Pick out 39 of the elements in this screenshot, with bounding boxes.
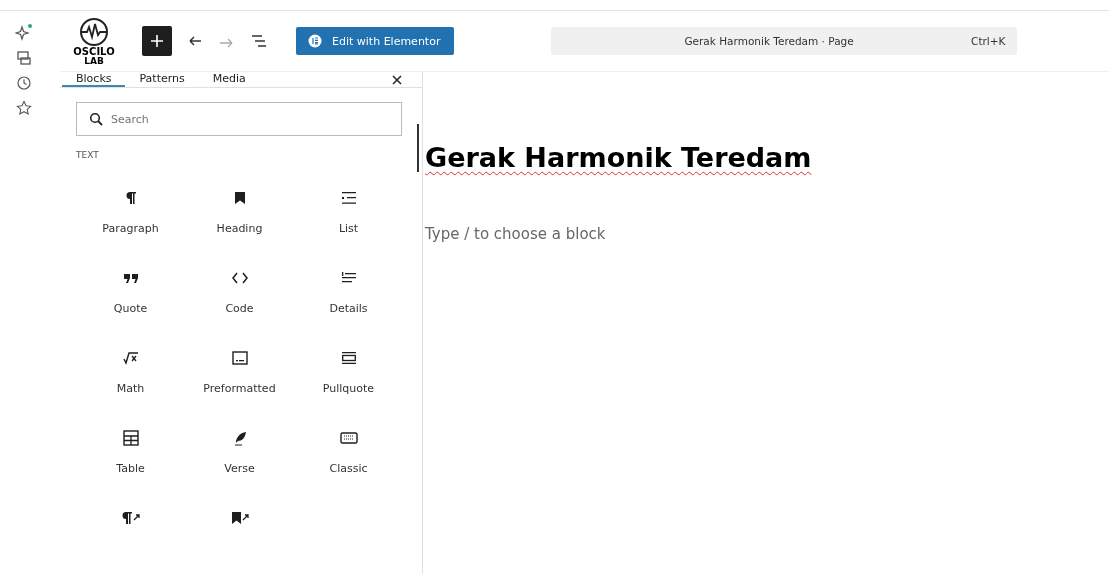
sparkle-icon[interactable] <box>15 23 33 41</box>
table-icon <box>120 428 141 448</box>
block-item[interactable]: Classic <box>294 420 403 500</box>
close-icon[interactable] <box>392 72 402 87</box>
inserter-tab[interactable]: Patterns <box>125 72 199 87</box>
block-item[interactable]: Pullquote <box>294 340 403 420</box>
block-item[interactable]: Table <box>76 420 185 500</box>
add-block-button[interactable] <box>142 26 172 56</box>
block-item[interactable]: List <box>294 180 403 260</box>
block-item[interactable]: Quote <box>76 260 185 340</box>
block-placeholder[interactable]: Type / to choose a block <box>425 225 812 243</box>
edit-with-elementor-button[interactable]: Edit with Elementor <box>296 27 455 55</box>
search-icon <box>89 112 103 126</box>
block-item[interactable]: Preformatted <box>185 340 294 420</box>
oscilo-lab-logo[interactable]: OSCILO LAB <box>60 16 128 66</box>
elementor-icon <box>308 34 322 48</box>
block-item[interactable]: Heading <box>185 180 294 260</box>
block-item[interactable]: Code <box>185 260 294 340</box>
logo-text: LAB <box>84 56 104 66</box>
block-item[interactable]: Details <box>294 260 403 340</box>
search-field[interactable]: Search <box>76 102 402 136</box>
document-overview-icon[interactable] <box>250 34 268 48</box>
inserter-tab[interactable]: Blocks <box>62 72 126 87</box>
block-item[interactable]: Paragraph <box>76 180 185 260</box>
site-icon[interactable] <box>16 50 32 66</box>
logo-text: OSCILO <box>73 46 115 57</box>
post-title[interactable]: Gerak Harmonik Teredam <box>425 142 812 173</box>
inserter-tab[interactable]: Media <box>198 72 260 87</box>
clock-icon[interactable] <box>16 75 32 91</box>
star-icon[interactable] <box>16 100 32 116</box>
plus-icon <box>150 34 164 48</box>
undo-icon[interactable] <box>186 34 204 48</box>
preformatted-icon <box>229 348 250 368</box>
page-title: Gerak Harmonik Teredam · Page <box>684 35 854 47</box>
block-item[interactable]: Verse <box>185 420 294 500</box>
keyboard-shortcut: Ctrl+K <box>971 35 1006 47</box>
block-item[interactable]: Math <box>76 340 185 420</box>
section-heading: TEXT <box>76 150 100 160</box>
command-bar[interactable]: Gerak Harmonik Teredam · Page Ctrl+K <box>551 27 1018 55</box>
